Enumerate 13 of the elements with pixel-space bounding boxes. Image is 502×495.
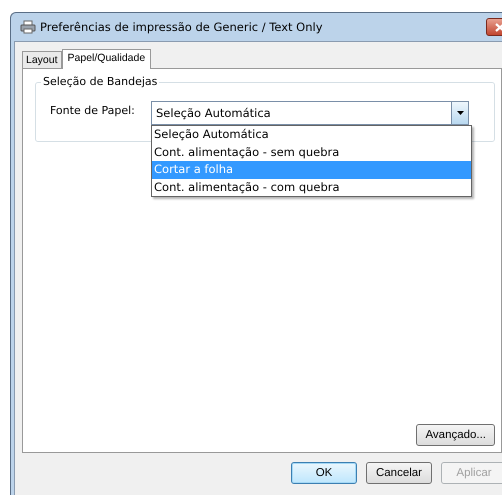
close-icon bbox=[495, 22, 502, 32]
dropdown-option[interactable]: Cont. alimentação - com quebra bbox=[152, 178, 471, 196]
dropdown-option[interactable]: Seleção Automática bbox=[152, 126, 471, 144]
tab[interactable]: Papel/Qualidade bbox=[62, 49, 152, 69]
printer-icon bbox=[20, 20, 36, 34]
group-title: Seleção de Bandejas bbox=[41, 75, 160, 88]
dropdown-option[interactable]: Cont. alimentação - sem quebra bbox=[152, 144, 471, 161]
tab[interactable]: Layout bbox=[22, 51, 62, 68]
field-label: Fonte de Papel: bbox=[50, 103, 136, 117]
dialog-button[interactable]: Cancelar bbox=[366, 462, 432, 484]
advanced-button[interactable]: Avançado... bbox=[416, 424, 495, 446]
dialog-button[interactable]: OK bbox=[291, 462, 357, 484]
window-title: Preferências de impressão de Generic / Text Only bbox=[40, 20, 324, 34]
